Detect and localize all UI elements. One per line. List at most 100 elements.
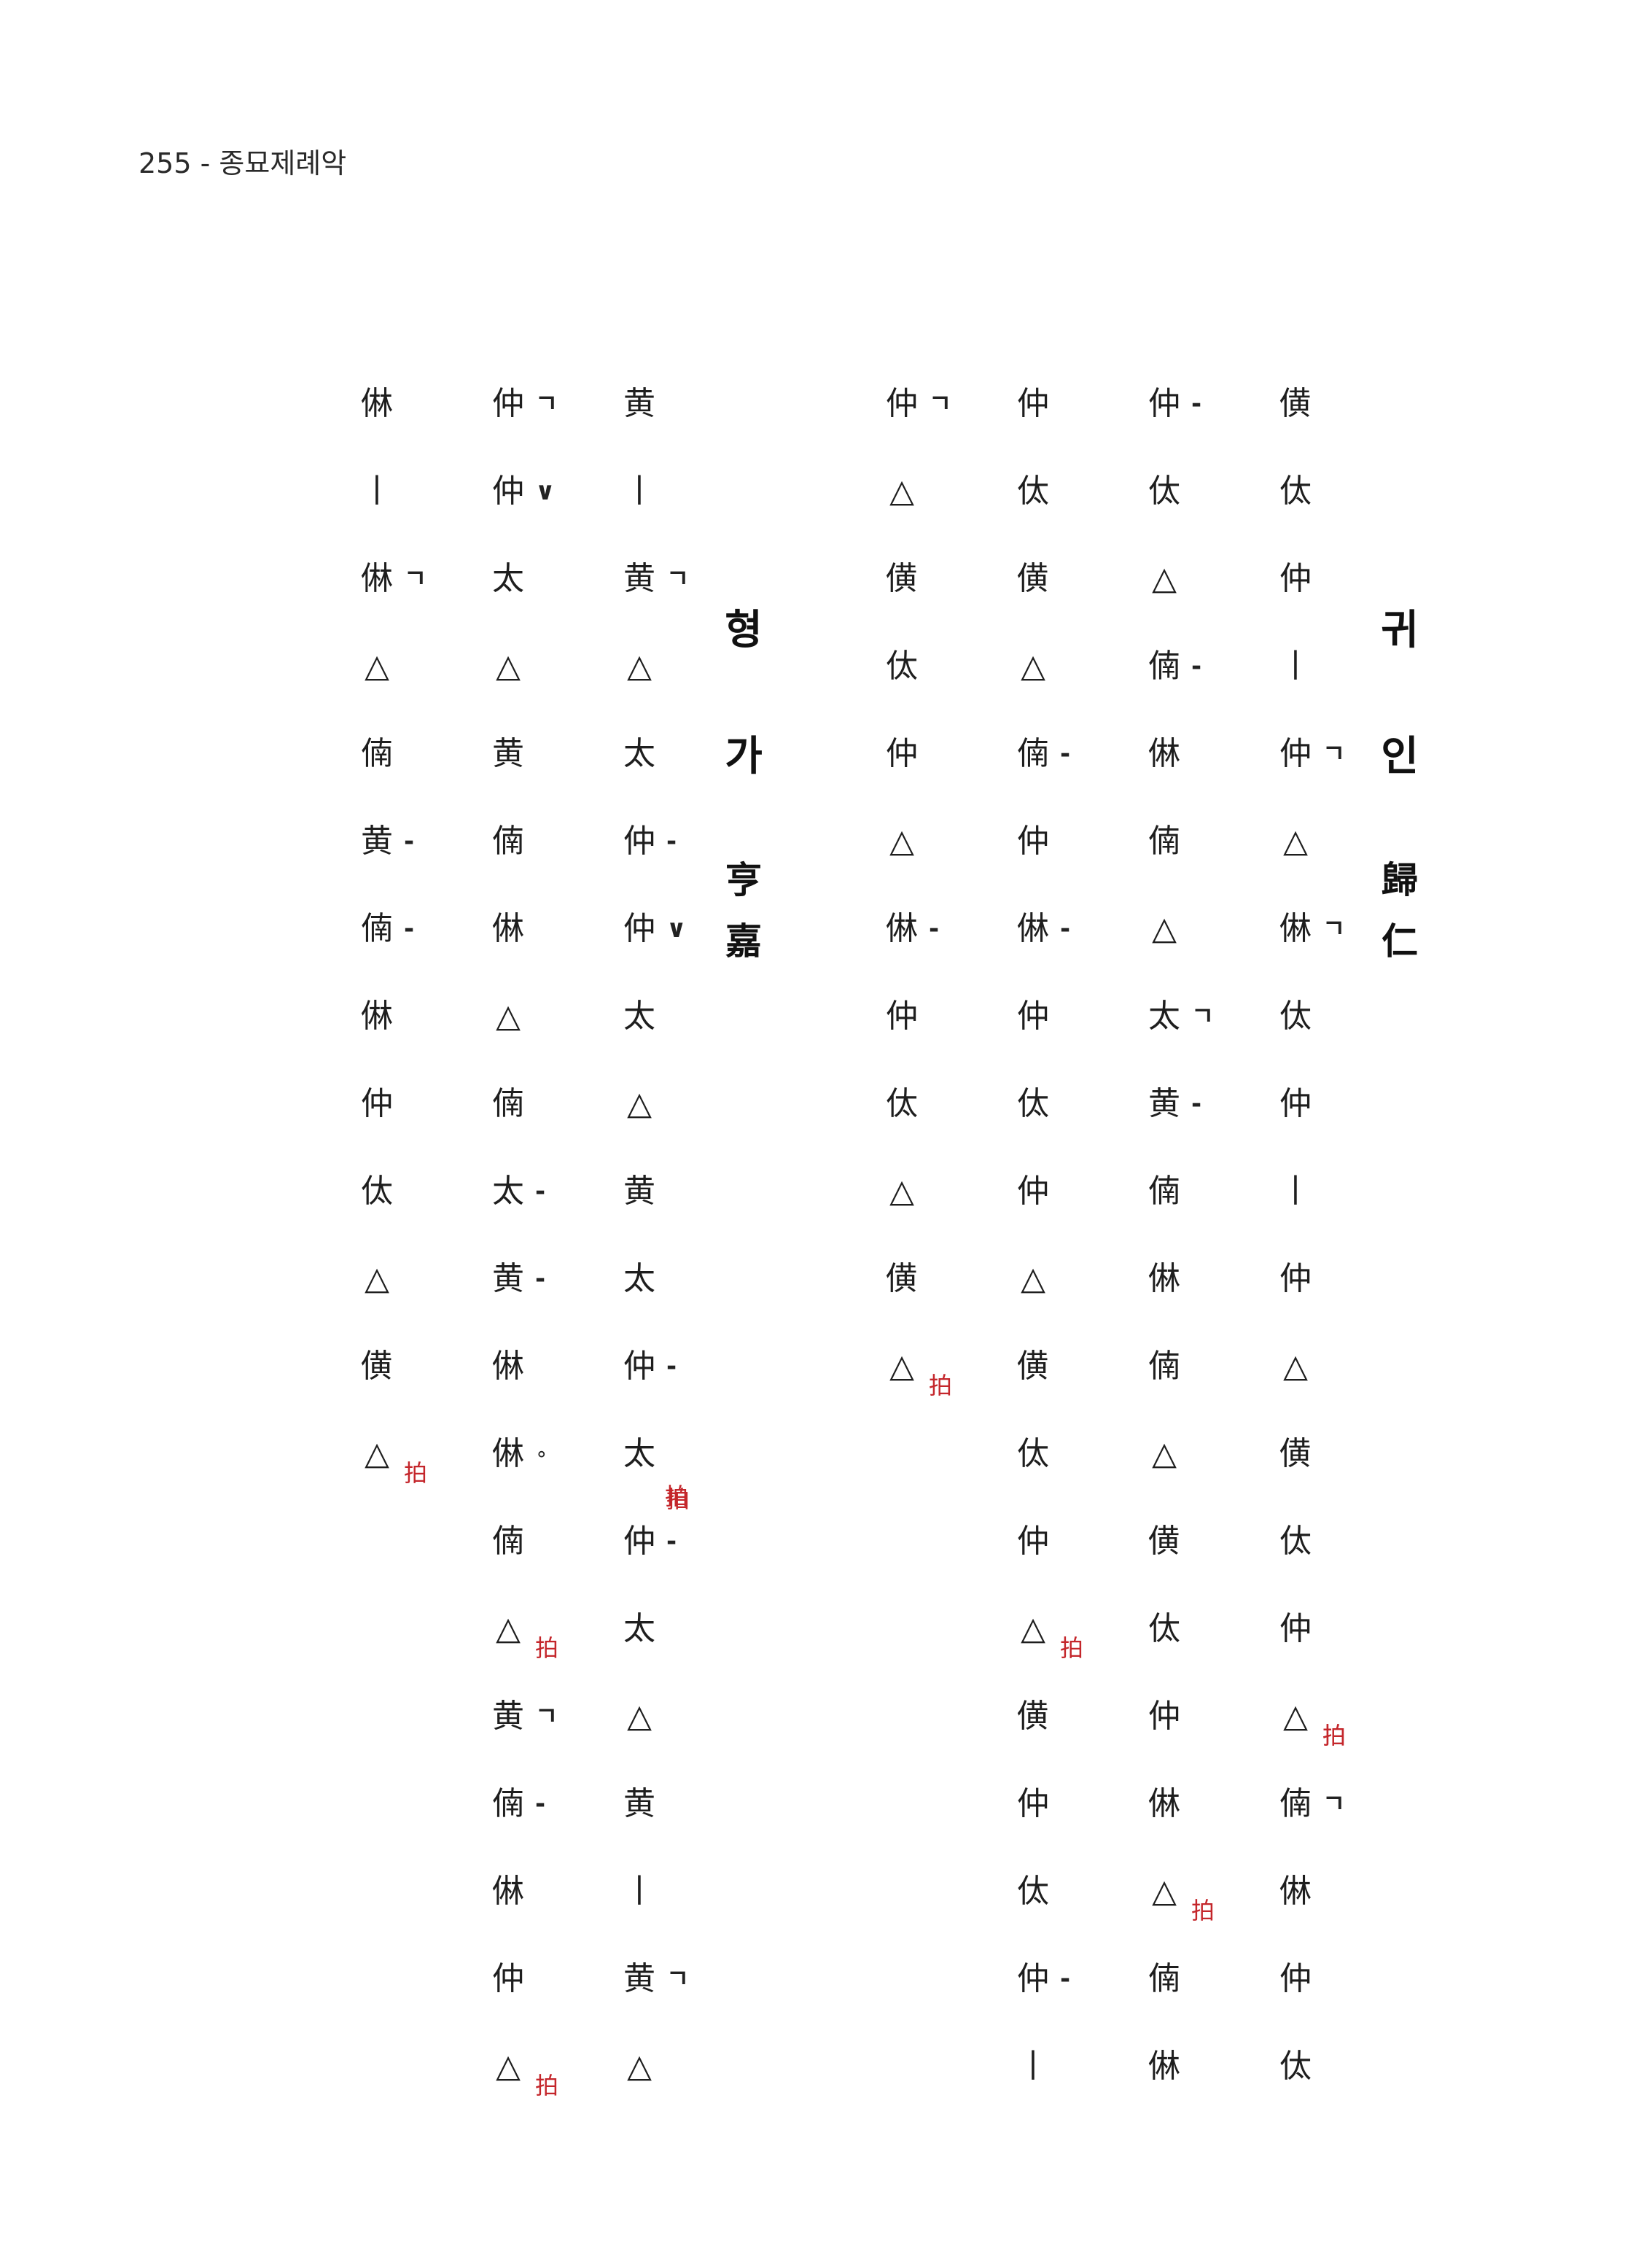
- pitch-symbol: 仲: [1017, 1173, 1049, 1210]
- pitch-symbol: △: [889, 473, 914, 510]
- title-gwiin-hanja-2: 仁: [1382, 920, 1418, 963]
- pitch-symbol: 㑣: [1148, 1785, 1180, 1822]
- ornament-mark: ∨: [535, 477, 556, 506]
- pitch-symbol: 㑣: [492, 1435, 524, 1472]
- ornament-mark: -: [1060, 739, 1071, 769]
- pitch-symbol: 㑀: [1279, 473, 1312, 510]
- pitch-symbol: 㑣: [1148, 1260, 1180, 1297]
- pitch-symbol: △: [496, 1610, 521, 1647]
- pitch-symbol: 仲: [361, 1085, 393, 1122]
- pitch-symbol: 黄: [361, 823, 393, 860]
- pitch-symbol: △: [1283, 1698, 1308, 1735]
- pitch-symbol: 太: [492, 1173, 524, 1210]
- pitch-symbol: 仲: [492, 1960, 524, 1997]
- ornament-mark: -: [929, 914, 940, 944]
- pitch-symbol: 仲: [1017, 823, 1049, 860]
- pitch-symbol: △: [1021, 648, 1045, 685]
- pitch-symbol: 黄: [623, 385, 655, 422]
- pitch-symbol: △: [1152, 910, 1177, 947]
- pitch-symbol: 仲: [1148, 1698, 1180, 1735]
- pitch-symbol: 僙: [1279, 385, 1312, 422]
- ornament-mark: ㄱ: [1322, 914, 1346, 944]
- ornament-mark: -: [1060, 1965, 1071, 1994]
- pitch-symbol: 㑀: [1148, 473, 1180, 510]
- ornament-mark: -: [404, 914, 415, 944]
- ornament-mark: -: [535, 1264, 546, 1294]
- pitch-symbol: 太: [492, 560, 524, 597]
- ornament-mark: ㄱ: [404, 564, 427, 594]
- ornament-mark: -: [404, 827, 415, 856]
- pitch-symbol: 僙: [886, 1260, 918, 1297]
- ornament-mark: ㄱ: [666, 564, 690, 594]
- pitch-symbol: 㑲: [492, 823, 524, 860]
- beat-mark: 拍: [1322, 1722, 1347, 1749]
- ornament-mark: -: [535, 1789, 546, 1819]
- pitch-symbol: 㑣: [492, 1873, 524, 1910]
- pitch-symbol: 黄: [623, 1785, 655, 1822]
- ornament-mark: ∘: [535, 1442, 548, 1466]
- pitch-symbol: 㑲: [1148, 1173, 1180, 1210]
- ornament-mark: -: [666, 827, 677, 856]
- title-gwiin-hangul-2: 인: [1381, 733, 1419, 780]
- ornament-mark: ㄱ: [535, 389, 558, 419]
- pitch-symbol: 僙: [1017, 1698, 1049, 1735]
- pitch-symbol: 㑲: [1148, 823, 1180, 860]
- pitch-symbol: △: [1152, 1873, 1177, 1910]
- pitch-symbol: 㑣: [1279, 1873, 1312, 1910]
- pitch-symbol: 太: [1148, 998, 1180, 1035]
- pitch-symbol: △: [496, 2048, 521, 2085]
- ornament-mark: ㄱ: [1322, 739, 1346, 769]
- pitch-symbol: 㑣: [1279, 910, 1312, 947]
- pitch-symbol: 㑣: [492, 1348, 524, 1385]
- ornament-mark: ㄱ: [1191, 1002, 1215, 1031]
- pitch-symbol: 太: [623, 1435, 655, 1472]
- pitch-symbol: △: [496, 998, 521, 1035]
- pitch-symbol: 㑀: [886, 1085, 918, 1122]
- beat-mark: 拍: [929, 1372, 953, 1399]
- title-hyeongga-hangul-2: 가: [725, 733, 763, 780]
- pitch-symbol: △: [889, 823, 914, 860]
- title-hyeongga-hangul-1: 형: [725, 607, 763, 654]
- pitch-symbol: △: [889, 1173, 914, 1210]
- pitch-symbol: 㑲: [1279, 1785, 1312, 1822]
- pitch-symbol: 丨: [1017, 2048, 1049, 2085]
- pitch-symbol: 㑀: [1279, 998, 1312, 1035]
- pitch-symbol: 黄: [623, 1960, 655, 1997]
- pitch-symbol: 仲: [1017, 1960, 1049, 1997]
- pitch-symbol: 仲: [1279, 1960, 1312, 1997]
- pitch-symbol: 㑣: [361, 560, 393, 597]
- pitch-symbol: 太: [623, 735, 655, 772]
- pitch-symbol: 太: [623, 1260, 655, 1297]
- pitch-symbol: △: [365, 1435, 389, 1472]
- pitch-symbol: 仲: [886, 998, 918, 1035]
- beat-mark: 拍: [1060, 1634, 1084, 1662]
- ornament-mark: ㄱ: [535, 1702, 558, 1731]
- pitch-symbol: 丨: [1279, 648, 1312, 685]
- beat-mark: 拍: [404, 1459, 428, 1487]
- pitch-symbol: △: [627, 1698, 652, 1735]
- pitch-symbol: △: [1283, 1348, 1308, 1385]
- pitch-symbol: 㑣: [361, 998, 393, 1035]
- pitch-symbol: 㑀: [1279, 1523, 1312, 1560]
- pitch-symbol: 仲: [1279, 1260, 1312, 1297]
- pitch-symbol: 黄: [623, 560, 655, 597]
- pitch-symbol: 㑲: [1148, 1960, 1180, 1997]
- pitch-symbol: △: [627, 648, 652, 685]
- pitch-symbol: 僙: [1279, 1435, 1312, 1472]
- pitch-symbol: 㑀: [886, 648, 918, 685]
- pitch-symbol: 仲: [1017, 1523, 1049, 1560]
- ornament-mark: ㄱ: [1322, 1789, 1346, 1819]
- pitch-symbol: 仲: [623, 823, 655, 860]
- ornament-mark: -: [1191, 652, 1202, 681]
- pitch-symbol: 㑀: [1017, 473, 1049, 510]
- pitch-symbol: △: [627, 2048, 652, 2085]
- pitch-symbol: 仲: [623, 1348, 655, 1385]
- pitch-symbol: △: [365, 1260, 389, 1297]
- pitch-symbol: 仲: [1279, 735, 1312, 772]
- pitch-symbol: △: [1152, 560, 1177, 597]
- pitch-symbol: 㑀: [1148, 1610, 1180, 1647]
- ornament-mark: -: [535, 1177, 546, 1206]
- pitch-symbol: 㑀: [1017, 1873, 1049, 1910]
- pitch-symbol: 丨: [623, 473, 655, 510]
- pitch-symbol: 仲: [623, 910, 655, 947]
